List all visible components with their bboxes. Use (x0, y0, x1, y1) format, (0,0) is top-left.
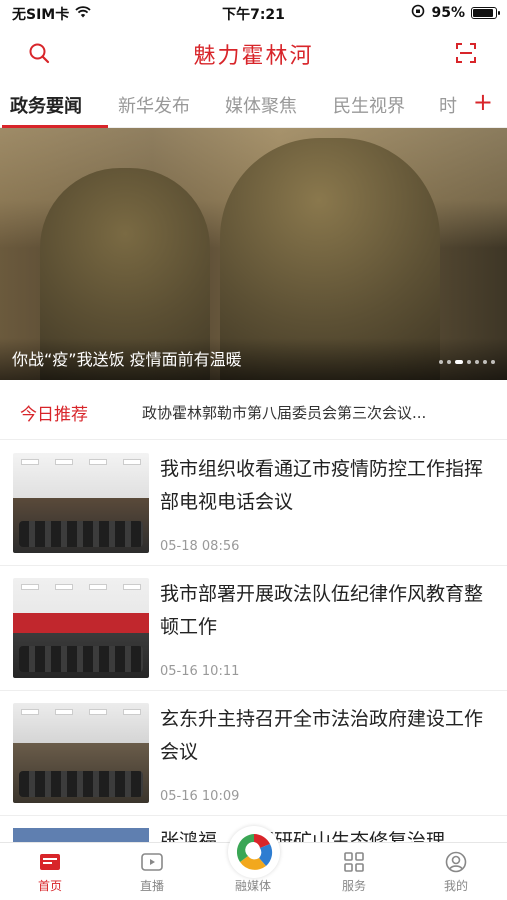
banner-caption: 你战“疫”我送饭 疫情面前有温暖 (12, 350, 242, 369)
news-title: 玄东升主持召开全市法治政府建设工作会议 (160, 708, 484, 763)
news-list-item[interactable]: 玄东升主持召开全市法治政府建设工作会议 05-16 10:09 (0, 691, 507, 816)
scan-icon[interactable] (453, 40, 479, 66)
carousel-dot[interactable] (483, 360, 487, 364)
media-logo-icon[interactable] (228, 826, 280, 878)
news-time: 05-18 08:56 (160, 539, 240, 554)
app-header: 魅力霍林河 (0, 28, 507, 78)
orientation-lock-icon (411, 4, 425, 22)
nav-live-label: 直播 (139, 879, 164, 893)
tab-meiti[interactable]: 媒体聚焦 (225, 92, 297, 118)
live-icon (112, 849, 192, 875)
channel-tabs: 政务要闻 新华发布 媒体聚焦 民生视界 时 + (0, 84, 507, 128)
carousel-dot[interactable] (475, 360, 479, 364)
status-bar: 无SIM卡 下午7:21 95% (0, 0, 507, 26)
news-thumbnail (13, 578, 149, 678)
news-thumbnail (13, 703, 149, 803)
carousel-dot[interactable] (439, 360, 443, 364)
carousel-dot[interactable] (491, 360, 495, 364)
nav-live[interactable]: 直播 (112, 849, 192, 894)
app-title: 魅力霍林河 (193, 44, 314, 69)
carousel-indicator (439, 360, 495, 364)
nav-media-label: 融媒体 (234, 879, 271, 893)
news-title: 我市组织收看通辽市疫情防控工作指挥部电视电话会议 (160, 458, 484, 513)
nav-profile[interactable]: 我的 (416, 849, 496, 894)
carousel-dot[interactable] (447, 360, 451, 364)
battery-percent: 95% (431, 5, 465, 21)
carousel-dot[interactable] (467, 360, 471, 364)
news-time: 05-16 10:09 (160, 789, 240, 804)
add-channel-button[interactable]: + (473, 90, 493, 114)
banner-carousel[interactable]: 你战“疫”我送饭 疫情面前有温暖 (0, 128, 507, 380)
battery-icon (471, 7, 500, 19)
tab-minsheng[interactable]: 民生视界 (333, 92, 405, 118)
tab-xinhua[interactable]: 新华发布 (118, 92, 190, 118)
today-recommend-bar[interactable]: 今日推荐 政协霍林郭勒市第八届委员会第三次会议... (0, 384, 507, 440)
news-time: 05-16 10:11 (160, 664, 240, 679)
today-recommend-headline[interactable]: 政协霍林郭勒市第八届委员会第三次会议... (142, 402, 487, 423)
profile-icon (416, 849, 496, 875)
status-right: 95% (411, 4, 500, 22)
tab-shi[interactable]: 时 (439, 92, 457, 118)
home-icon (10, 849, 90, 875)
news-list-item[interactable]: 我市部署开展政法队伍纪律作风教育整顿工作 05-16 10:11 (0, 566, 507, 691)
nav-profile-label: 我的 (443, 879, 468, 893)
nav-home[interactable]: 首页 (10, 849, 90, 894)
carousel-dot[interactable] (455, 360, 463, 364)
news-list-item[interactable]: 我市组织收看通辽市疫情防控工作指挥部电视电话会议 05-18 08:56 (0, 441, 507, 566)
nav-home-label: 首页 (37, 879, 62, 893)
nav-service[interactable]: 服务 (314, 849, 394, 894)
today-recommend-label: 今日推荐 (20, 405, 88, 425)
nav-service-label: 服务 (341, 879, 366, 893)
grid-icon (314, 849, 394, 875)
news-thumbnail (13, 453, 149, 553)
news-title: 我市部署开展政法队伍纪律作风教育整顿工作 (160, 583, 484, 638)
tab-zhengwu[interactable]: 政务要闻 (10, 92, 82, 118)
